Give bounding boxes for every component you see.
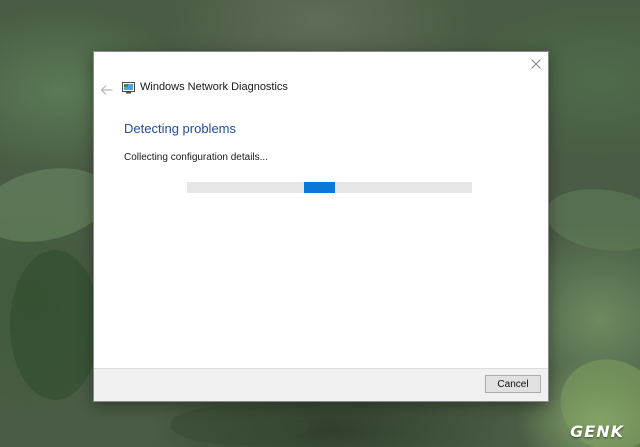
back-arrow-icon	[100, 85, 113, 95]
status-text: Collecting configuration details...	[124, 152, 268, 163]
network-diagnostics-icon	[122, 81, 135, 94]
background-leaf	[541, 181, 640, 259]
progress-indicator	[303, 182, 336, 193]
window-title: Windows Network Diagnostics	[140, 81, 288, 93]
network-diagnostics-window: Windows Network Diagnostics Detecting pr…	[93, 51, 549, 402]
background-leaf	[170, 405, 310, 445]
dialog-footer: Cancel	[94, 368, 548, 401]
close-icon	[531, 59, 541, 69]
close-button[interactable]	[530, 57, 542, 69]
page-heading: Detecting problems	[124, 121, 236, 136]
back-button[interactable]	[100, 83, 114, 95]
watermark-logo: GENK	[570, 422, 624, 441]
progress-bar	[187, 182, 472, 193]
background-leaf	[10, 250, 100, 400]
cancel-button[interactable]: Cancel	[485, 375, 541, 393]
